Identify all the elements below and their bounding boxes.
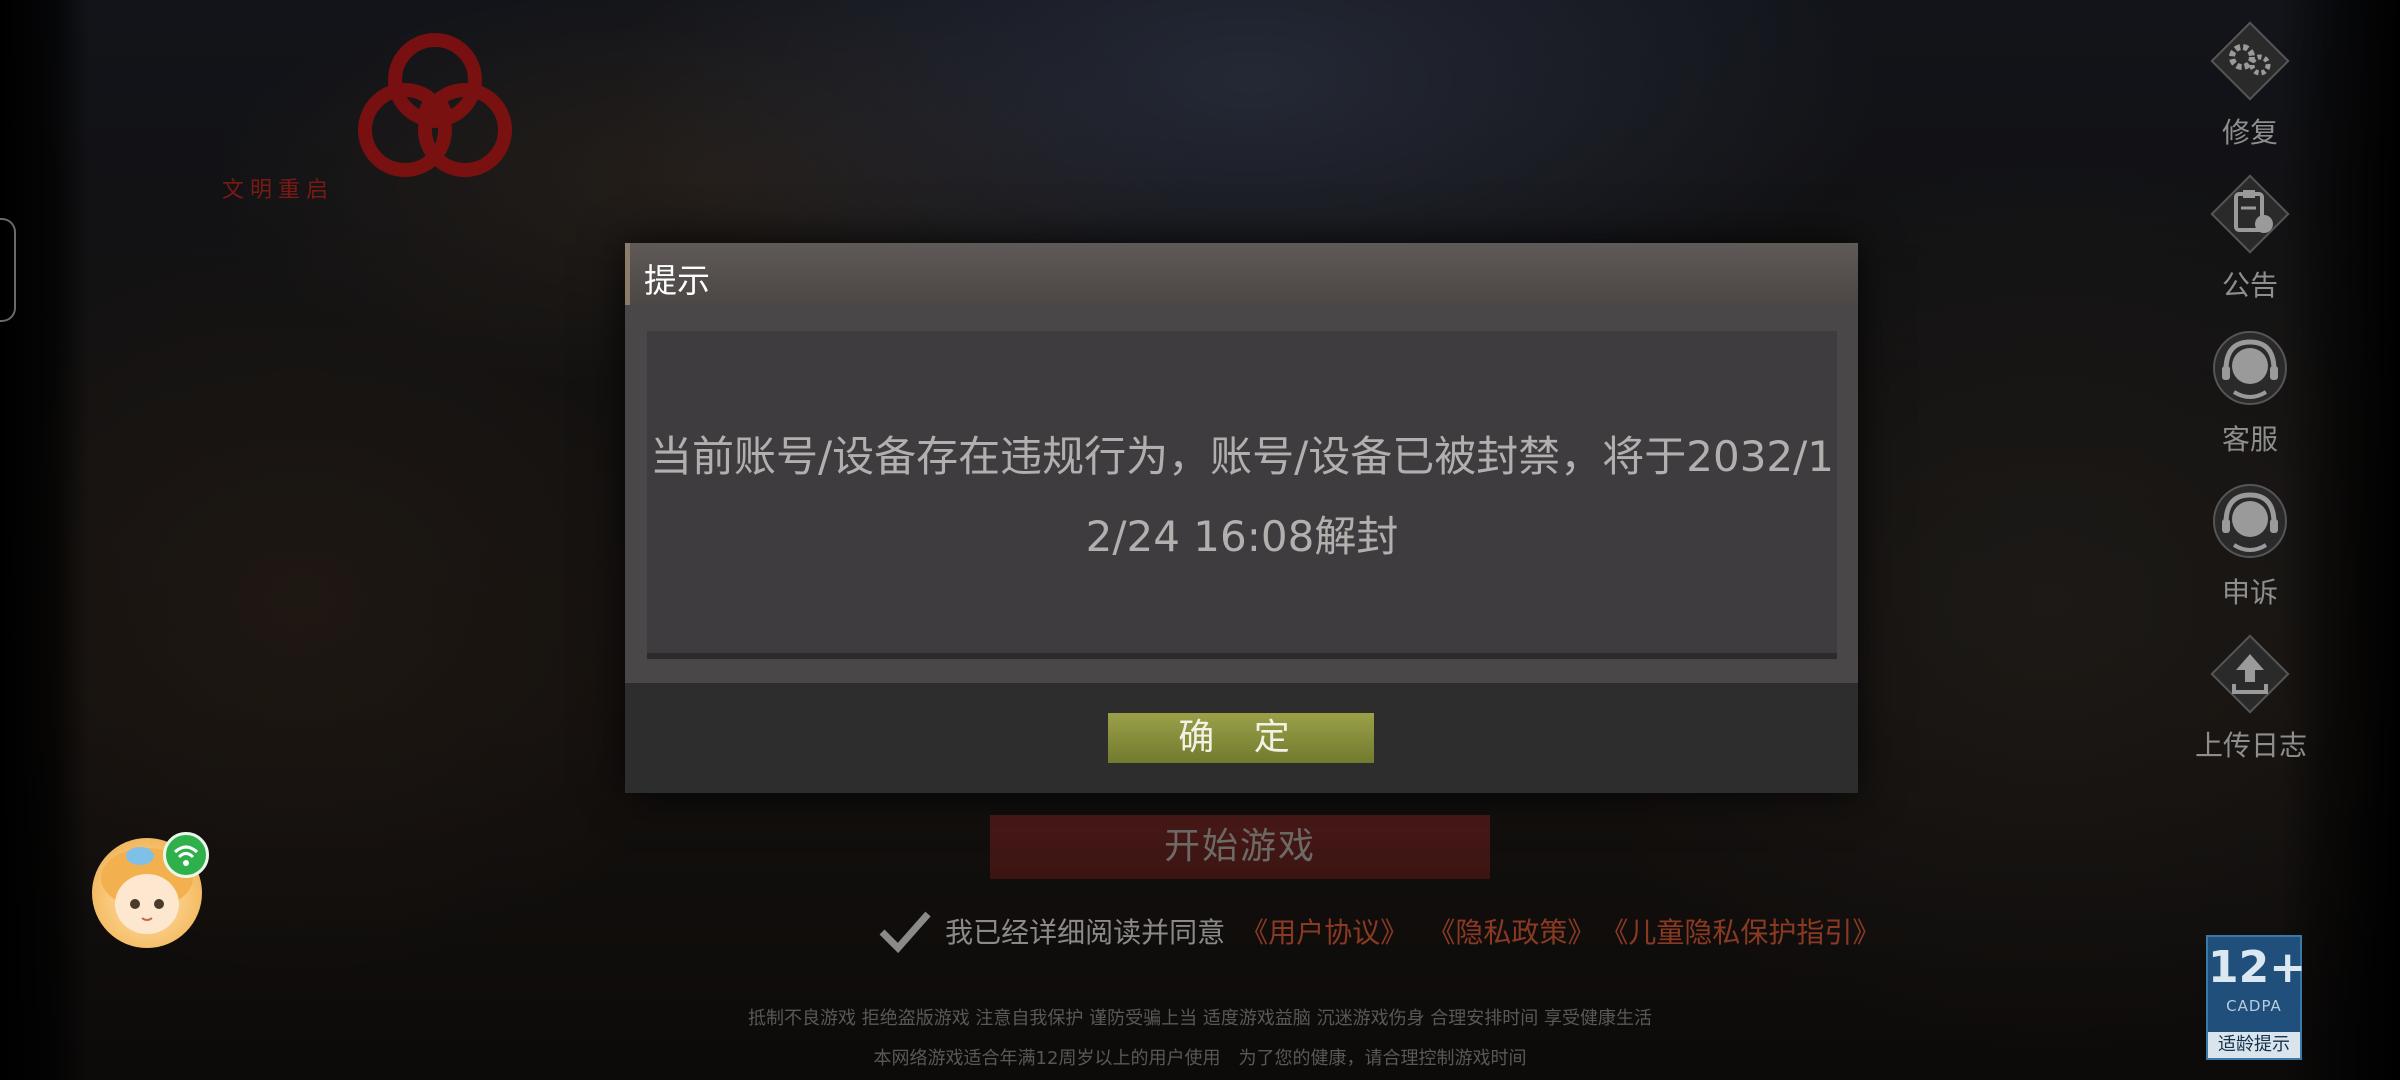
upload-icon <box>2204 628 2296 720</box>
ban-message: 当前账号/设备存在违规行为，账号/设备已被封禁，将于2032/12/24 16:… <box>649 432 1835 561</box>
child-privacy-link[interactable]: 《儿童隐私保护指引》 <box>1600 916 1880 949</box>
notice-dialog: 提示 当前账号/设备存在违规行为，账号/设备已被封禁，将于2032/12/24 … <box>625 243 1858 793</box>
complaint-button[interactable]: 申诉 <box>2195 475 2305 611</box>
complaint-label: 申诉 <box>2221 576 2278 609</box>
announcement-button[interactable]: 公告 <box>2195 168 2305 304</box>
age-rating-value: 12+ <box>2208 942 2307 993</box>
customer-service-button[interactable]: 客服 <box>2195 322 2305 458</box>
repair-button[interactable]: 修复 <box>2195 15 2305 151</box>
logo-subtitle: 文明重启 <box>222 178 335 203</box>
headset-icon <box>2204 322 2296 414</box>
age-rating-label: 适龄提示 <box>2208 1032 2300 1058</box>
upload-log-label: 上传日志 <box>2195 729 2308 762</box>
agreement-text: 我已经详细阅读并同意 <box>945 916 1226 949</box>
customer-service-label: 客服 <box>2221 423 2278 456</box>
edge-panel-handle[interactable] <box>0 218 16 322</box>
dialog-header: 提示 <box>625 243 1858 305</box>
health-notice-line-1: 抵制不良游戏 拒绝盗版游戏 注意自我保护 谨防受骗上当 适度游戏益脑 沉迷游戏伤… <box>747 1008 1653 1029</box>
health-notice-line-2: 本网络游戏适合年满12周岁以上的用户使用 为了您的健康，请合理控制游戏时间 <box>873 1048 1527 1069</box>
age-rating-org: CADPA <box>2226 997 2282 1015</box>
headset-icon <box>2204 475 2296 567</box>
dialog-title: 提示 <box>644 261 710 300</box>
checkmark-icon[interactable] <box>878 908 932 954</box>
announcement-label: 公告 <box>2221 269 2278 302</box>
agreement-row: 我已经详细阅读并同意 《用户协议》 《隐私政策》 《儿童隐私保护指引》 <box>878 908 1880 958</box>
user-agreement-link[interactable]: 《用户协议》 <box>1240 916 1408 949</box>
dialog-message-box: 当前账号/设备存在违规行为，账号/设备已被封禁，将于2032/12/24 16:… <box>647 331 1837 659</box>
upload-log-button[interactable]: 上传日志 <box>2195 628 2308 764</box>
left-edge-shade <box>0 0 90 1080</box>
wifi-icon <box>163 832 209 878</box>
privacy-policy-link[interactable]: 《隐私政策》 <box>1427 916 1595 949</box>
repair-label: 修复 <box>2221 116 2278 149</box>
age-rating-badge[interactable]: 12+ CADPA 适龄提示 <box>2206 935 2307 1060</box>
clipboard-icon <box>2204 168 2296 260</box>
start-game-button[interactable]: 开始游戏 <box>990 815 1490 879</box>
confirm-button[interactable]: 确 定 <box>1108 713 1374 763</box>
gear-icon <box>2204 15 2296 107</box>
